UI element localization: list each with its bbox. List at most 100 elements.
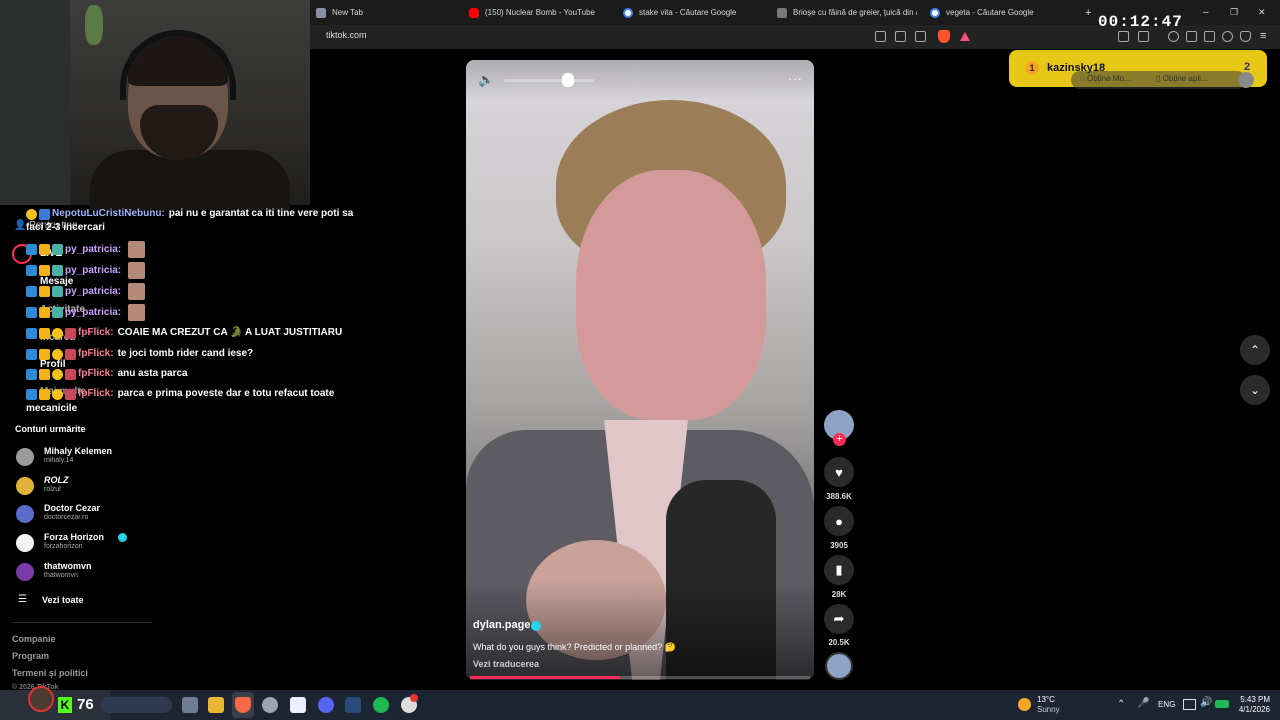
verified-badge-icon bbox=[26, 348, 37, 360]
previous-video-button[interactable]: ⌃ bbox=[1240, 335, 1270, 365]
language-indicator[interactable]: ENG bbox=[1158, 700, 1175, 709]
leo-ai-icon[interactable] bbox=[1222, 31, 1233, 42]
following-title: Conturi urmărite bbox=[15, 424, 86, 434]
following-account-forza-horizon[interactable]: Forza Horizon forzahorizon bbox=[14, 532, 164, 556]
sound-disc-avatar[interactable] bbox=[825, 652, 853, 680]
notepad-icon[interactable] bbox=[290, 697, 306, 713]
discord-icon[interactable] bbox=[318, 697, 334, 713]
get-app-link[interactable]: ▯ Obține apli... bbox=[1156, 74, 1208, 83]
share-icon[interactable] bbox=[915, 31, 926, 42]
wallet-icon[interactable] bbox=[1138, 31, 1149, 42]
account-name: thatwomvn bbox=[44, 561, 92, 571]
user-avatar[interactable] bbox=[1238, 72, 1254, 88]
menu-icon[interactable]: ≡ bbox=[1260, 31, 1271, 42]
following-account-thatwomvn[interactable]: thatwomvn thatwomvn bbox=[14, 561, 164, 585]
steam-icon[interactable] bbox=[345, 697, 361, 713]
following-account-mihaly[interactable]: Mihaly Kelemen mihaly.14 bbox=[14, 446, 164, 470]
extensions-icon[interactable] bbox=[1118, 31, 1129, 42]
chat-message: fpFlick: te joci tomb rider cand iese? bbox=[26, 347, 253, 361]
tab-google-stake[interactable]: stake vita - Căutare Google bbox=[623, 0, 763, 25]
account-handle: doctorcezar.ro bbox=[44, 514, 89, 521]
reader-icon[interactable] bbox=[875, 31, 886, 42]
save-button[interactable]: ▮ bbox=[824, 555, 854, 585]
network-icon[interactable] bbox=[1183, 699, 1196, 710]
microphone-icon[interactable]: 🎤 bbox=[1137, 698, 1149, 709]
tab-new-tab[interactable]: New Tab bbox=[316, 0, 456, 25]
volume-icon[interactable]: 🔈 bbox=[478, 72, 494, 88]
share-button[interactable]: ➦ bbox=[824, 604, 854, 634]
see-all-link[interactable]: Vezi toate bbox=[42, 595, 84, 605]
maximize-button[interactable]: ❐ bbox=[1230, 0, 1244, 25]
chat-username[interactable]: fpFlick: bbox=[78, 387, 114, 401]
close-window-button[interactable]: ✕ bbox=[1258, 0, 1272, 25]
speaker-icon[interactable]: 🔊 bbox=[1200, 697, 1212, 708]
plus-icon: + bbox=[1085, 6, 1092, 19]
brave-rewards-icon[interactable] bbox=[960, 32, 970, 41]
chat-text: COAIE MA CREZUT CA 🐊 A LUAT JUSTITIARU bbox=[117, 327, 343, 338]
stream-timer: 00:12:47 bbox=[1098, 13, 1183, 31]
list-icon: ☰ bbox=[18, 594, 27, 605]
file-explorer-icon[interactable] bbox=[208, 697, 224, 713]
chat-username[interactable]: fpFlick: bbox=[78, 347, 114, 361]
chat-username[interactable]: py_patricia: bbox=[65, 243, 121, 257]
bits-badge-icon bbox=[52, 388, 63, 400]
chat-message-continued: faci 2-3 incercari bbox=[26, 221, 105, 235]
crown-badge-icon bbox=[39, 327, 50, 339]
music-icon[interactable] bbox=[1168, 31, 1179, 42]
viewer-count: 76 bbox=[77, 696, 94, 713]
clock-time[interactable]: 5:43 PM bbox=[1234, 695, 1270, 704]
weather-desc[interactable]: Sunny bbox=[1037, 705, 1060, 714]
video-player[interactable]: 🔈 ··· dylan.page What do you guys think?… bbox=[466, 60, 814, 680]
bookmark-icon: ▮ bbox=[835, 562, 843, 577]
chat-emote bbox=[128, 304, 146, 321]
chat-username[interactable]: py_patricia: bbox=[65, 306, 121, 320]
next-video-button[interactable]: ⌄ bbox=[1240, 375, 1270, 405]
wallet-button-icon[interactable] bbox=[1204, 31, 1215, 42]
crown-badge-icon bbox=[39, 307, 50, 318]
following-account-doctor-cezar[interactable]: Doctor Cezar doctorcezar.ro bbox=[14, 503, 164, 527]
footer-program[interactable]: Program bbox=[12, 651, 49, 661]
sub-badge-icon bbox=[65, 388, 76, 400]
translate-link[interactable]: Vezi traducerea bbox=[473, 659, 539, 669]
taskbar-search[interactable] bbox=[100, 697, 172, 713]
follow-plus-icon[interactable]: + bbox=[833, 433, 846, 446]
task-view-icon[interactable] bbox=[182, 697, 198, 713]
sidebar-toggle-icon[interactable] bbox=[1186, 31, 1197, 42]
verified-icon bbox=[118, 533, 127, 542]
volume-slider[interactable] bbox=[504, 79, 594, 82]
following-account-rolz[interactable]: ROLZ rolzul bbox=[14, 475, 164, 499]
chat-username[interactable]: fpFlick: bbox=[78, 367, 114, 381]
tab-brioșe[interactable]: Brioșe cu făină de greier, țuică din ani bbox=[777, 0, 917, 25]
more-options-icon[interactable]: ··· bbox=[788, 70, 802, 86]
chat-message: py_patricia: bbox=[26, 241, 146, 258]
chat-username[interactable]: NepotuLuCristiNebunu: bbox=[52, 207, 165, 221]
vpn-icon[interactable] bbox=[1240, 31, 1251, 42]
cast-icon[interactable] bbox=[895, 31, 906, 42]
chat-username[interactable]: py_patricia: bbox=[65, 264, 121, 278]
circle-check-icon: ◌ bbox=[1080, 74, 1085, 83]
footer-terms[interactable]: Termeni și politici bbox=[12, 668, 88, 678]
webcam-shelf bbox=[0, 0, 70, 205]
brave-shield-icon[interactable] bbox=[938, 30, 950, 43]
comment-button[interactable]: ● bbox=[824, 506, 854, 536]
video-author[interactable]: dylan.page bbox=[473, 619, 530, 631]
battery-icon[interactable] bbox=[1215, 700, 1229, 708]
obs-icon[interactable] bbox=[262, 697, 278, 713]
chat-username[interactable]: fpFlick: bbox=[78, 326, 114, 340]
tab-youtube[interactable]: (150) Nuclear Bomb - YouTube bbox=[469, 0, 609, 25]
like-button[interactable]: ♥ bbox=[824, 457, 854, 487]
video-progress-bar[interactable] bbox=[470, 676, 810, 679]
clock-date[interactable]: 4/1/2026 bbox=[1230, 705, 1270, 714]
volume-slider-handle[interactable] bbox=[562, 73, 574, 87]
footer-company[interactable]: Companie bbox=[12, 634, 56, 644]
weather-temp[interactable]: 13°C bbox=[1037, 695, 1055, 704]
chat-text: mecanicile bbox=[26, 403, 78, 414]
spotify-icon[interactable] bbox=[373, 697, 389, 713]
new-tab-button[interactable]: + bbox=[1085, 0, 1099, 25]
chat-username[interactable]: py_patricia: bbox=[65, 285, 121, 299]
minimize-button[interactable]: – bbox=[1203, 0, 1217, 25]
tray-overflow-icon[interactable]: ⌃ bbox=[1117, 699, 1125, 710]
get-mobile-link[interactable]: ◌ Obține Mo... bbox=[1080, 74, 1131, 83]
url-field[interactable]: tiktok.com bbox=[326, 30, 367, 40]
tab-google-vegeta[interactable]: vegeta - Căutare Google bbox=[930, 0, 1080, 25]
